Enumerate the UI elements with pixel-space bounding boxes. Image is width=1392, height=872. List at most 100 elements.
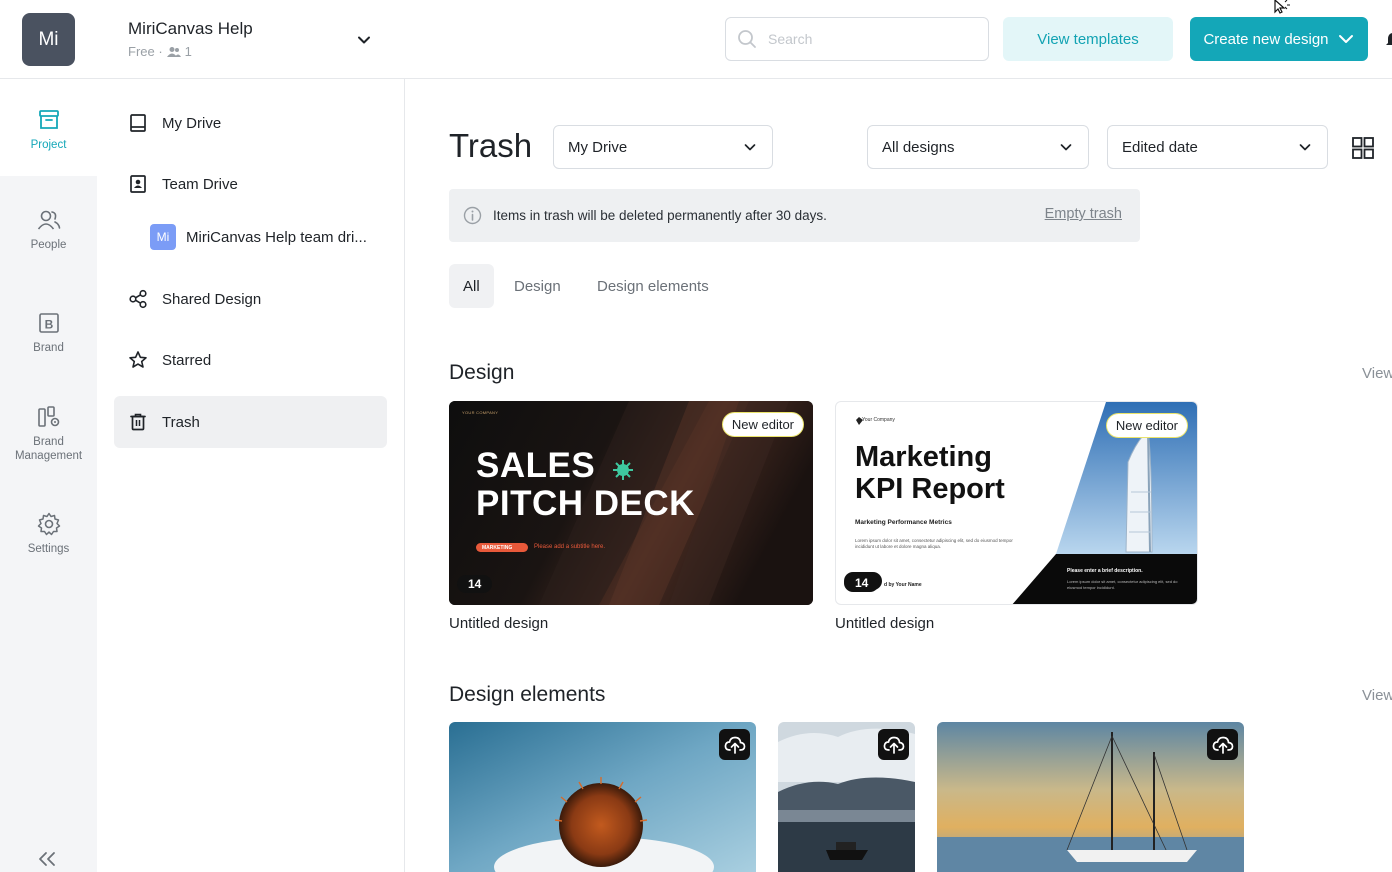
nav-label: Trash [162, 413, 200, 431]
mouse-cursor-icon [1274, 0, 1290, 14]
design-card-title[interactable]: Untitled design [835, 615, 934, 632]
info-icon [463, 206, 482, 225]
rail-label: Brand [33, 342, 64, 354]
element-card-sea-urchin[interactable] [449, 722, 756, 872]
new-editor-badge: New editor [721, 412, 804, 437]
collapse-sidebar-icon[interactable] [36, 850, 58, 868]
tab-design[interactable]: Design [500, 264, 575, 308]
svg-text:B: B [44, 318, 53, 332]
restore-button[interactable] [719, 729, 750, 760]
chevron-down-icon[interactable] [354, 30, 374, 50]
members-icon [166, 46, 181, 57]
chevron-down-icon [1299, 144, 1311, 151]
cloud-upload-icon [724, 736, 745, 754]
drive-icon [130, 114, 146, 132]
plan-label: Free · [128, 44, 163, 59]
restore-button[interactable] [1207, 729, 1238, 760]
thumb-headline-line2: PITCH DECK [476, 484, 695, 523]
tab-all[interactable]: All [449, 264, 494, 308]
design-view-all-link[interactable]: View [1362, 365, 1392, 382]
element-card-sailboat[interactable] [937, 722, 1244, 872]
design-type-value: All designs [882, 138, 955, 156]
thumb-company: Your Company [862, 417, 895, 423]
design-card[interactable]: YOUR COMPANY SALES PITCH DECK MARKETING … [449, 401, 813, 605]
team-drive-icon [130, 175, 146, 193]
restore-button[interactable] [878, 729, 909, 760]
rail-item-people[interactable]: People [0, 207, 97, 252]
rail-item-settings[interactable]: Settings [0, 511, 97, 556]
nav-item-shared-design[interactable]: Shared Design [114, 273, 387, 325]
rail-label: Settings [27, 543, 70, 555]
star-icon [129, 351, 147, 368]
share-icon [129, 289, 147, 309]
top-header: Mi MiriCanvas Help Free · 1 View templat… [0, 0, 1392, 79]
design-card-title[interactable]: Untitled design [449, 615, 548, 632]
page-title: Trash [449, 127, 533, 164]
brand-b-icon: B [38, 313, 59, 333]
notification-bell-icon[interactable] [1386, 31, 1392, 47]
drive-select[interactable]: My Drive [553, 125, 773, 169]
left-rail [0, 79, 97, 872]
design-type-select[interactable]: All designs [867, 125, 1089, 169]
thumb-headline-line1: Marketing [855, 441, 992, 473]
thumb-desc-body: Lorem ipsum dolor sit amet, consectetur … [1067, 579, 1178, 590]
rail-label: People [30, 239, 67, 251]
notice-text: Items in trash will be deleted permanent… [493, 208, 827, 223]
workspace-avatar[interactable]: Mi [22, 13, 75, 66]
team-badge: Mi [150, 224, 176, 250]
elements-section-title: Design elements [449, 683, 606, 706]
rail-item-project[interactable]: Project [0, 107, 97, 152]
trash-icon [130, 413, 146, 431]
search-icon [738, 30, 756, 48]
nav-label: Team Drive [162, 175, 238, 193]
nav-item-starred[interactable]: Starred [114, 334, 387, 386]
nav-item-trash[interactable]: Trash [114, 396, 387, 448]
thumb-subheading: Marketing Performance Metrics [855, 519, 952, 526]
thumb-subtitle: Please add a subtitle here. [534, 544, 606, 550]
design-card[interactable]: Your Company Marketing KPI Report Market… [835, 401, 1198, 605]
gear-icon [37, 512, 60, 536]
member-count: 1 [184, 44, 192, 59]
create-new-design-button[interactable]: Create new design [1190, 17, 1368, 61]
sort-value: Edited date [1122, 138, 1198, 156]
nav-item-my-drive[interactable]: My Drive [114, 97, 387, 149]
element-card-harbor[interactable] [778, 722, 915, 872]
rail-item-brand[interactable]: B Brand [0, 310, 97, 355]
element-image [449, 722, 756, 872]
chevron-down-icon [1060, 144, 1072, 151]
thumb-desc-title: Please enter a brief description. [1067, 568, 1143, 574]
page-count-badge: 14 [844, 574, 880, 592]
rail-item-brand-management[interactable]: Brand Management [0, 404, 97, 463]
archive-box-icon [38, 110, 59, 129]
create-label: Create new design [1203, 30, 1329, 48]
thumb-byline: d by Your Name [884, 582, 922, 588]
new-editor-badge: New editor [1105, 413, 1188, 438]
nav-label: Shared Design [162, 290, 262, 308]
nav-item-team-drive-workspace[interactable]: Mi MiriCanvas Help team dri... [150, 224, 367, 250]
empty-trash-link[interactable]: Empty trash [1045, 206, 1122, 222]
tab-design-elements[interactable]: Design elements [583, 264, 723, 308]
thumb-headline-line1: SALES [476, 446, 596, 485]
grid-view-icon[interactable] [1351, 136, 1375, 160]
thumb-tag: MARKETING [482, 545, 513, 551]
nav-item-team-drive[interactable]: Team Drive [114, 158, 387, 210]
team-drive-name: MiriCanvas Help team dri... [186, 228, 367, 246]
view-templates-button[interactable]: View templates [1003, 17, 1173, 61]
chevron-down-icon [744, 144, 756, 151]
drive-select-value: My Drive [568, 138, 628, 156]
search-box[interactable] [725, 17, 989, 61]
design-section-title: Design [449, 361, 515, 384]
nav-label: Starred [162, 351, 212, 369]
workspace-name[interactable]: MiriCanvas Help [128, 19, 253, 39]
thumb-body: Lorem ipsum dolor sit amet, consectetur … [855, 538, 1013, 549]
thumb-headline-line2: KPI Report [855, 473, 1005, 505]
thumb-company: YOUR COMPANY [462, 410, 499, 415]
people-icon [37, 210, 60, 230]
sort-select[interactable]: Edited date [1107, 125, 1328, 169]
elements-view-all-link[interactable]: View [1362, 687, 1392, 704]
search-input[interactable] [768, 31, 968, 47]
brand-management-icon [37, 406, 59, 427]
drive-nav-panel: My Drive Team Drive Shared Design Starre… [97, 79, 405, 872]
cloud-upload-icon [1212, 736, 1233, 754]
cloud-upload-icon [883, 736, 904, 754]
